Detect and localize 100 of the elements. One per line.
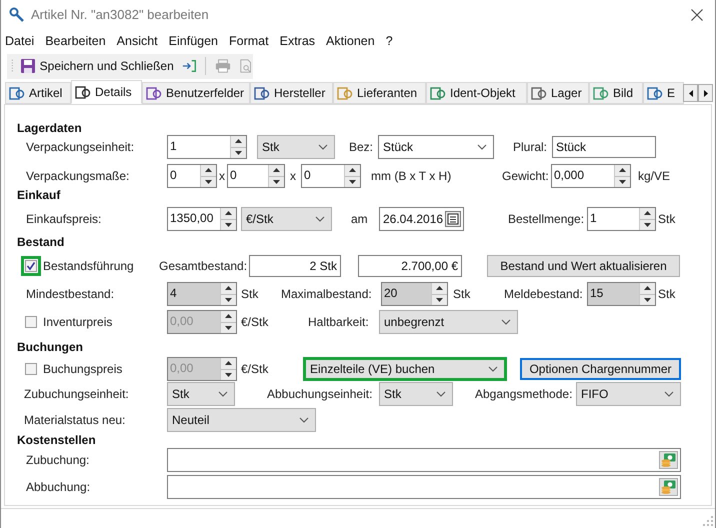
tab[interactable]: Artikel (5, 82, 71, 104)
dropdown[interactable]: FIFO (576, 382, 681, 406)
dropdown[interactable]: Stk (167, 382, 235, 406)
field-label: Abbuchung: (26, 479, 92, 496)
dropdown[interactable]: Einzelteile (VE) buchen (303, 357, 507, 381)
number-field[interactable]: 4 (167, 282, 237, 306)
section-heading: Kostenstellen (17, 432, 96, 449)
caret-down-icon (349, 180, 356, 184)
caret-down-icon (436, 298, 443, 302)
tab[interactable]: Lieferanten (333, 82, 426, 104)
spin-down-button[interactable] (269, 176, 284, 187)
menu-item[interactable]: Datei (1, 32, 38, 50)
checkbox-label[interactable]: Buchungspreis (43, 360, 122, 378)
spin-up-button[interactable] (640, 208, 655, 220)
menu-item[interactable]: Bearbeiten (41, 32, 110, 50)
tab[interactable]: Bild (589, 82, 643, 104)
tab-icon (531, 85, 547, 101)
text-field[interactable]: Stück (552, 136, 656, 158)
tab[interactable]: Lager (527, 82, 589, 104)
spin-down-button[interactable] (221, 294, 236, 305)
spin-down-button[interactable] (615, 176, 630, 187)
tab[interactable]: E (643, 82, 684, 104)
action-button[interactable]: Bestand und Wert aktualisieren (487, 255, 680, 277)
checkmark-icon (26, 261, 36, 271)
dropdown[interactable]: Stk (379, 382, 453, 406)
spin-up-button[interactable] (221, 283, 236, 294)
checkbox[interactable] (25, 260, 37, 272)
coins-icon (661, 480, 676, 494)
field-label: Verpackungseinheit: (26, 139, 136, 156)
number-field[interactable]: 1350,00 (167, 207, 237, 231)
checkbox-label[interactable]: Inventurpreis (43, 313, 112, 331)
spin-up-button[interactable] (615, 165, 630, 176)
text-field[interactable]: 2.700,00 € (358, 255, 462, 277)
field-label: Stk (453, 286, 472, 303)
save-and-close-button[interactable]: Speichern und Schließen (18, 55, 176, 77)
tab[interactable]: Hersteller (250, 82, 333, 104)
scroll-right-button[interactable] (698, 84, 713, 102)
caret-down-icon (225, 222, 232, 227)
checkbox-label[interactable]: Bestandsführung (43, 257, 134, 275)
input-field[interactable] (167, 475, 681, 499)
spin-down-button[interactable] (640, 294, 655, 305)
resize-grip-icon[interactable] (703, 516, 713, 526)
spin-down-button[interactable] (432, 294, 447, 305)
menu-item[interactable]: Einfügen (164, 32, 222, 50)
lookup-button[interactable] (659, 451, 678, 469)
spin-up-button[interactable] (201, 165, 216, 176)
field-label: Verpackungsmaße: (26, 168, 130, 185)
menu-item[interactable]: Aktionen (322, 32, 379, 50)
number-field[interactable]: 0,000 (551, 164, 631, 188)
spin-up-button[interactable] (269, 165, 284, 176)
text-field[interactable]: 2 Stk (249, 255, 341, 277)
caret-up-icon (225, 211, 232, 216)
spin-up-button[interactable] (221, 208, 236, 220)
spin-up-button[interactable] (345, 165, 360, 176)
spin-up-button[interactable] (432, 283, 447, 294)
field-label: x (289, 168, 297, 185)
number-field[interactable]: 15 (587, 282, 656, 306)
tab-icon (9, 85, 25, 101)
field-label: Bestellmenge: (508, 211, 586, 228)
field-label: Abgangsmethode: (475, 386, 574, 403)
number-field[interactable]: 0 (227, 164, 285, 188)
spin-up-button[interactable] (640, 283, 655, 294)
tab[interactable]: Ident-Objekt (426, 82, 527, 104)
spin-down-button[interactable] (231, 148, 246, 158)
spin-down-button[interactable] (221, 220, 236, 230)
field-label: Haltbarkeit: (308, 314, 370, 331)
number-field[interactable]: 1 (587, 207, 656, 231)
scroll-left-button[interactable] (683, 84, 698, 102)
dropdown[interactable]: Stk (257, 135, 335, 159)
exit-icon[interactable] (182, 58, 196, 74)
calendar-icon[interactable] (445, 211, 461, 227)
close-icon[interactable] (691, 9, 703, 21)
number-field[interactable]: 0 (301, 164, 361, 188)
dropdown[interactable]: €/Stk (241, 207, 332, 231)
date-field[interactable]: 26.04.2016 (379, 207, 464, 231)
tab[interactable]: Details (71, 80, 142, 104)
lookup-button[interactable] (659, 478, 678, 496)
spin-down-button[interactable] (345, 176, 360, 187)
chevron-down-icon (299, 417, 309, 423)
checkbox[interactable] (25, 316, 37, 328)
chevron-down-icon (477, 144, 487, 150)
number-field[interactable]: 0 (167, 164, 217, 188)
spin-down-button[interactable] (640, 220, 655, 230)
dropdown[interactable]: Neuteil (167, 408, 316, 432)
dropdown[interactable]: unbegrenzt (379, 310, 518, 334)
spin-down-button[interactable] (201, 176, 216, 187)
menu-item[interactable]: ? (382, 32, 397, 50)
number-field[interactable]: 20 (381, 282, 448, 306)
menu-item[interactable]: Extras (276, 32, 320, 50)
checkbox[interactable] (25, 363, 37, 375)
spin-up-button[interactable] (231, 136, 246, 148)
dropdown[interactable]: Stück (378, 135, 494, 159)
menu-item[interactable]: Format (225, 32, 273, 50)
tab[interactable]: Benutzerfelder (142, 82, 250, 104)
number-field[interactable]: 1 (167, 135, 247, 159)
menu-item[interactable]: Ansicht (112, 32, 162, 50)
field-label: Meldebestand: (504, 286, 584, 303)
action-button[interactable]: Optionen Chargennummer (520, 358, 681, 380)
input-field[interactable] (167, 448, 681, 472)
section-heading: Buchungen (17, 339, 83, 356)
